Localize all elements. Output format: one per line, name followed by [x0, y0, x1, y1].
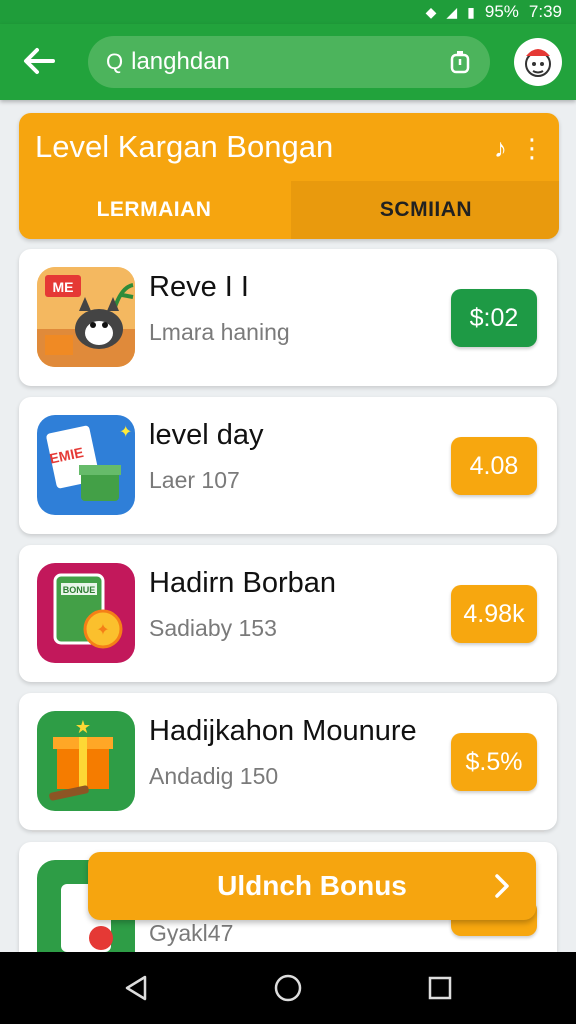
unlock-bonus-button[interactable]: Uldnch Bonus — [88, 852, 536, 920]
price-button[interactable]: $:02 — [451, 289, 537, 347]
triangle-back-icon — [125, 975, 147, 1001]
list-item[interactable]: EMIE ✦ level day Laer 107 4.08 — [19, 397, 557, 534]
bonus-label: Uldnch Bonus — [217, 870, 407, 901]
coin-game-icon: BONUE ✦ — [37, 563, 135, 663]
svg-text:✦: ✦ — [119, 422, 132, 441]
battery-level: 95% — [484, 2, 519, 21]
status-bar: ◆ ◢ ▮ 95% 7:39 — [0, 0, 576, 24]
item-subtitle: Andadig 150 — [149, 763, 279, 789]
dog-game-icon: ME — [37, 267, 135, 367]
nav-home-button[interactable] — [270, 970, 306, 1006]
arrow-left-icon — [24, 48, 55, 74]
nav-back-button[interactable] — [118, 970, 154, 1006]
list-item[interactable]: ME Reve I I Lmara haning $:02 — [19, 249, 557, 386]
item-subtitle: Laer 107 — [149, 467, 240, 493]
item-subtitle: Gyakl47 — [149, 920, 234, 946]
avatar[interactable] — [514, 38, 562, 86]
svg-text:ME: ME — [53, 279, 74, 295]
list-item[interactable]: ★ Hadijkahon Mounure Andadig 150 $.5% — [19, 693, 557, 830]
wifi-icon: ◆ — [425, 3, 437, 20]
square-recents-icon — [428, 976, 452, 1000]
price-button[interactable]: 4.98k — [451, 585, 537, 643]
app-bar: Q langhdan — [0, 24, 576, 100]
item-subtitle: Sadiaby 153 — [149, 615, 277, 641]
list-item[interactable]: BONUE ✦ Hadirn Borban Sadiaby 153 4.98k — [19, 545, 557, 682]
svg-text:★: ★ — [75, 717, 91, 738]
back-button[interactable] — [18, 40, 60, 82]
game-thumbnail: EMIE ✦ — [37, 415, 135, 515]
system-nav-bar — [0, 952, 576, 1024]
gift-game-icon: ★ — [37, 711, 135, 811]
bell-icon[interactable]: ♪ — [494, 133, 507, 164]
signal-icon: ◢ — [446, 3, 458, 20]
game-thumbnail: ★ — [37, 711, 135, 811]
page-title: Level Kargan Bongan — [35, 129, 334, 164]
search-icon: Q — [106, 49, 124, 74]
item-title: Hadirn Borban — [149, 567, 336, 599]
more-icon[interactable]: ⋮ — [519, 133, 545, 164]
search-input[interactable]: Q langhdan — [88, 36, 490, 88]
game-thumbnail: BONUE ✦ — [37, 563, 135, 663]
item-title: level day — [149, 419, 264, 451]
nav-recents-button[interactable] — [422, 970, 458, 1006]
header-card: Level Kargan Bongan ♪ ⋮ LERMAIAN SCMIIAN — [19, 113, 559, 239]
timer-icon[interactable] — [448, 50, 472, 74]
item-title: Hadijkahon Mounure — [149, 715, 417, 747]
header-actions: ♪ ⋮ — [494, 133, 545, 164]
price-button[interactable]: $.5% — [451, 733, 537, 791]
battery-icon: ▮ — [467, 3, 475, 20]
svg-text:BONUE: BONUE — [63, 585, 96, 595]
card-game-icon: EMIE ✦ — [37, 415, 135, 515]
tab-scmiian[interactable]: SCMIIAN — [291, 181, 559, 239]
profile-avatar-icon — [525, 49, 551, 77]
search-value: langhdan — [131, 48, 230, 75]
tab-lermaian[interactable]: LERMAIAN — [19, 181, 289, 239]
price-button[interactable]: 4.08 — [451, 437, 537, 495]
chevron-right-icon — [495, 874, 509, 898]
svg-text:✦: ✦ — [96, 620, 109, 639]
circle-home-icon — [274, 974, 302, 1002]
item-subtitle: Lmara haning — [149, 319, 290, 345]
divider — [32, 830, 544, 832]
clock: 7:39 — [528, 2, 562, 21]
game-thumbnail: ME — [37, 267, 135, 367]
item-title: Reve I I — [149, 271, 249, 303]
